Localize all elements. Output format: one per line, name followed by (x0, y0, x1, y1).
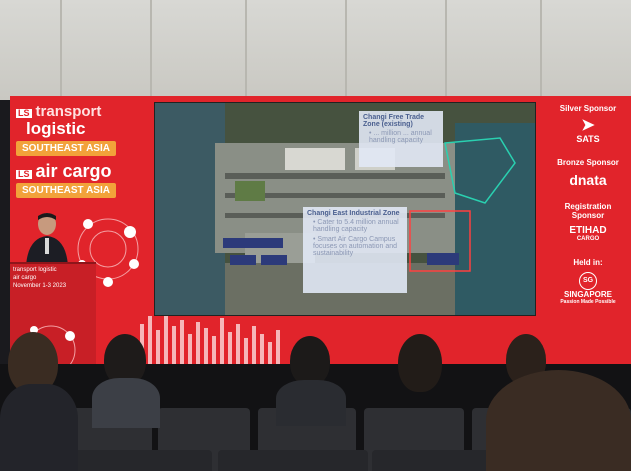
registration-sponsor-heading: Registration Sponsor (564, 202, 612, 220)
sponsor-panel: Silver Sponsor ➤ SATS Bronze Sponsor dna… (549, 104, 627, 319)
chair-front-row (62, 450, 212, 471)
brand-logistic: logistic (26, 119, 86, 138)
callout-east-industrial-zone: Changi East Industrial Zone • Cater to 5… (303, 207, 407, 293)
sats-logo: ➤ SATS (549, 117, 627, 145)
callout-east-bullet-1: • Cater to 5.4 million annual handling c… (313, 219, 399, 233)
bronze-sponsor-heading: Bronze Sponsor (557, 158, 619, 167)
wall-panel-seam (60, 0, 62, 100)
podium-date: November 1-3 2023 (13, 282, 67, 289)
audience-head (398, 334, 442, 392)
callout-ftz-bullet: • ... million ... annual handling capaci… (369, 130, 432, 144)
audience-area (0, 332, 631, 471)
region-badge-1: SOUTHEAST ASIA (16, 141, 116, 156)
wall-panel-seam (540, 0, 542, 100)
wall-panel-seam (445, 0, 447, 100)
callout-east-bullet-2: • Smart Air Cargo Campus focuses on auto… (313, 236, 398, 257)
podium-sub: air cargo (13, 274, 37, 281)
audience-head (290, 336, 330, 386)
callout-east-title: Changi East Industrial Zone (307, 210, 400, 217)
speaker-figure (26, 213, 68, 266)
region-badge-2: SOUTHEAST ASIA (16, 183, 116, 198)
presentation-screen: LS transport logistic SOUTHEAST ASIA LS ai… (10, 96, 631, 364)
event-logo: LS transport logistic SOUTHEAST ASIA LS ai… (16, 104, 146, 198)
map-slide: Changi Free Trade Zone (existing) • ... … (154, 102, 536, 316)
background-wall (0, 0, 631, 100)
sats-mark-icon: ➤ (581, 117, 595, 134)
wall-panel-seam (150, 0, 152, 100)
singapore-logo: SG SINGAPORE Passion Made Possible (549, 272, 627, 305)
etihad-logo: ETIHAD CARGO (569, 225, 607, 242)
silver-sponsor-heading: Silver Sponsor (559, 104, 617, 113)
callout-ftz-title: Changi Free Trade Zone (existing) (363, 114, 425, 128)
audience-body (92, 378, 160, 428)
podium-brand: transport logistic (13, 267, 57, 273)
brand-transport: transport (35, 103, 102, 120)
audience-head-foreground (486, 370, 631, 471)
brand-air-cargo: air cargo (35, 161, 112, 181)
dnata-logo: dnata (569, 172, 607, 188)
held-in-heading: Held in: (573, 258, 603, 267)
event-tag-2: LS (16, 169, 32, 179)
chair-front-row (218, 450, 368, 471)
audience-body (0, 384, 78, 471)
sg-circle-icon: SG (579, 272, 597, 290)
audience-body (276, 380, 346, 426)
wall-panel-seam (245, 0, 247, 100)
wall-panel-seam (345, 0, 347, 100)
event-tag: LS (16, 108, 32, 118)
callout-free-trade-zone: Changi Free Trade Zone (existing) • ... … (359, 111, 443, 167)
